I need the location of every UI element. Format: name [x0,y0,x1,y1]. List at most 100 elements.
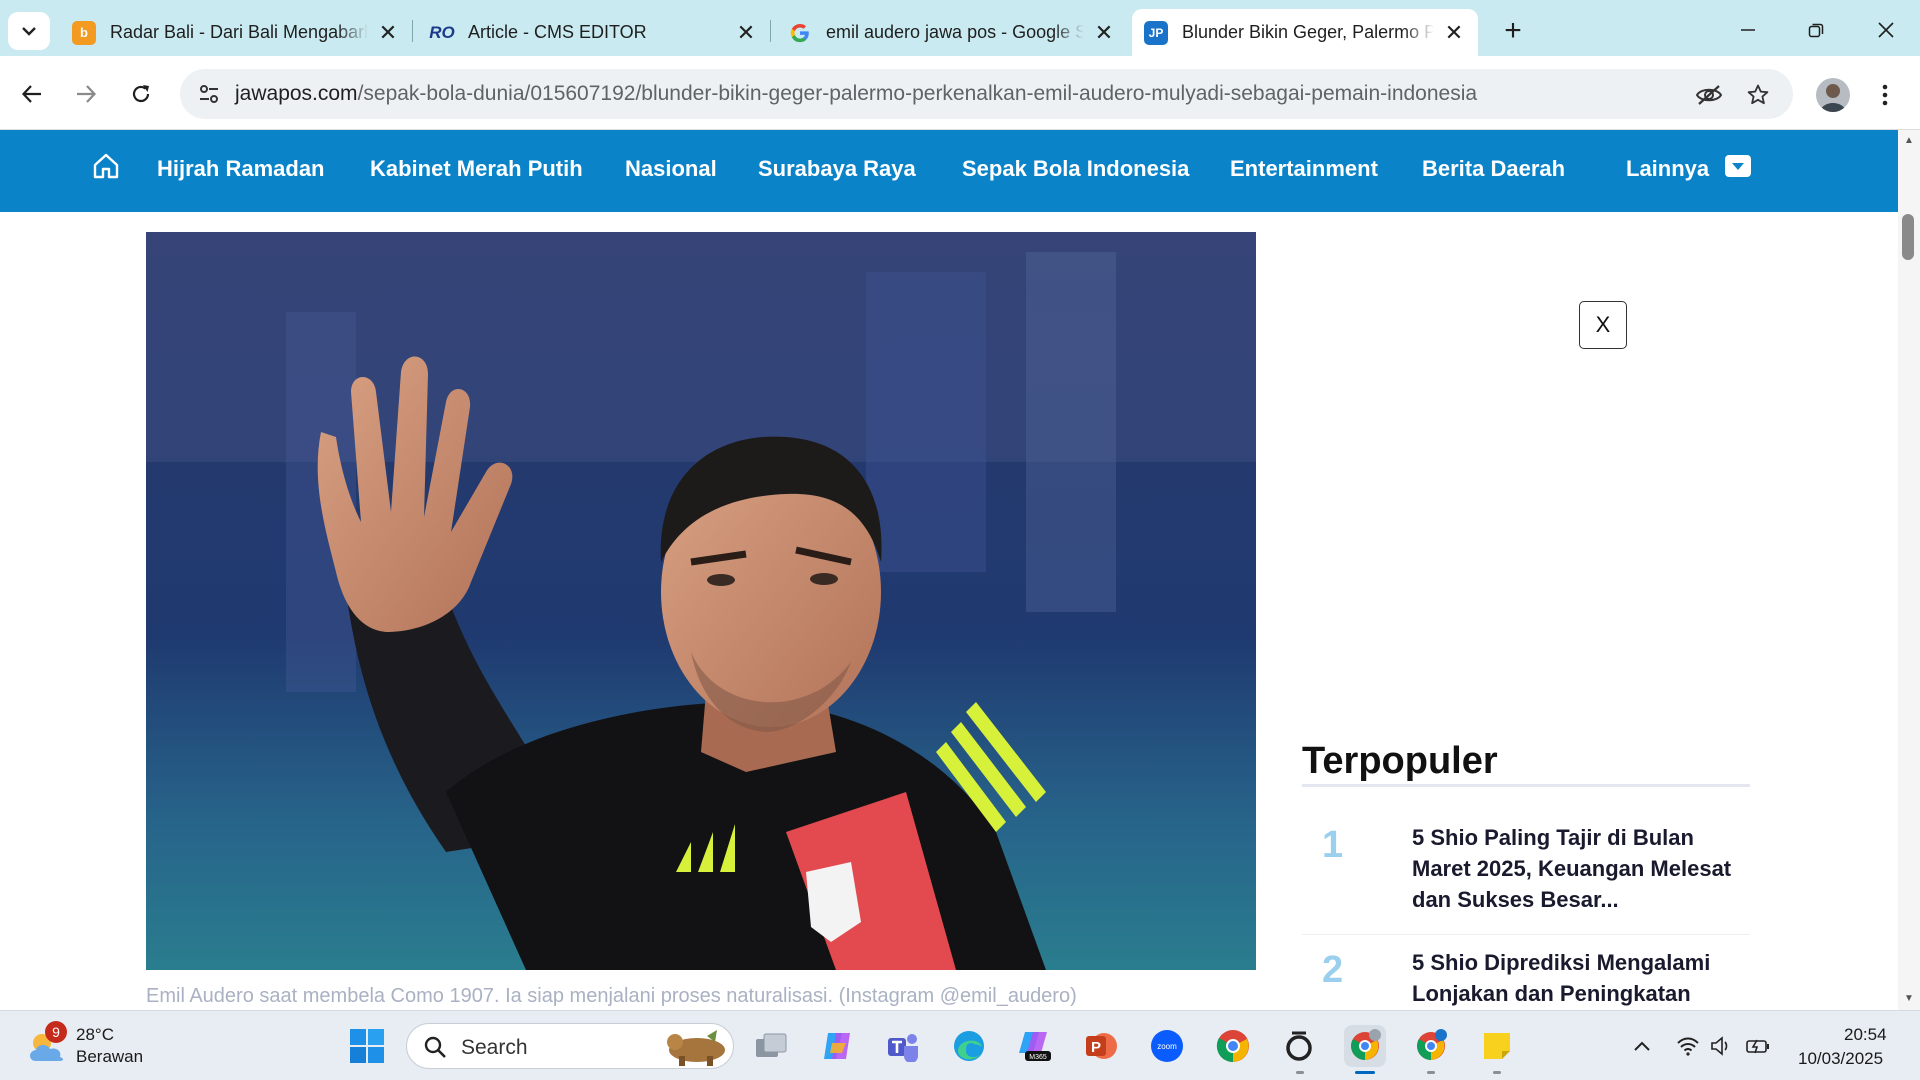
url-host: jawapos.com [235,82,358,105]
profile-avatar[interactable] [1816,78,1850,112]
image-caption: Emil Audero saat membela Como 1907. Ia s… [146,985,1077,1007]
cms-favicon-icon: RO [429,22,455,42]
zoom-button[interactable]: zoom [1146,1025,1188,1067]
chrome-button[interactable] [1212,1025,1254,1067]
close-window-button[interactable] [1858,10,1914,50]
running-indicator [1493,1071,1501,1074]
forward-button[interactable] [66,74,106,114]
browser-menu-button[interactable] [1870,78,1900,112]
tab-title: Radar Bali - Dari Bali Mengabarkan [110,22,368,42]
show-hidden-icons-button[interactable] [1629,1033,1655,1059]
chevron-up-icon [1634,1041,1650,1051]
chrome-profile-button[interactable] [1410,1025,1452,1067]
search-icon [424,1036,446,1058]
reload-icon [132,85,150,103]
tab-jawapos-article[interactable]: JP Blunder Bikin Geger, Palermo Perkenal… [1132,9,1478,56]
nav-lainnya[interactable]: Lainnya [1626,156,1709,182]
scroll-down-arrow-icon[interactable]: ▼ [1903,994,1915,1004]
home-icon[interactable] [90,150,122,182]
lainnya-dropdown-button[interactable] [1725,155,1751,177]
weather-alert-badge: 9 [45,1021,67,1043]
teams-button[interactable] [882,1025,924,1067]
running-indicator [1427,1071,1435,1074]
tab-google-search[interactable]: emil audero jawa pos - Google Search ✕ [776,9,1128,56]
page-scrollbar[interactable] [1898,130,1920,1010]
tab-separator [770,20,771,42]
nav-hijrah-ramadan[interactable]: Hijrah Ramadan [157,156,325,182]
clock-time[interactable]: 20:54 [1844,1025,1887,1045]
tab-title: Article - CMS EDITOR [468,22,647,42]
tab-radar-bali[interactable]: b Radar Bali - Dari Bali Mengabarkan ✕ [60,9,412,56]
speaker-icon [1711,1036,1728,1056]
tab-separator [412,20,413,42]
google-favicon-icon [788,21,812,45]
address-bar[interactable]: jawapos.com/sepak-bola-dunia/015607192/b… [180,69,1793,119]
browser-toolbar: jawapos.com/sepak-bola-dunia/015607192/b… [0,56,1920,130]
popular-title[interactable]: 5 Shio Paling Tajir di Bulan Maret 2025,… [1412,822,1732,915]
chrome-profile-button-active[interactable] [1344,1025,1386,1067]
weather-description[interactable]: Berawan [76,1047,143,1067]
svg-text:P: P [1091,1039,1101,1056]
scroll-up-arrow-icon[interactable]: ▲ [1903,136,1915,146]
bookmark-button[interactable] [1742,79,1774,111]
url-text[interactable]: jawapos.com/sepak-bola-dunia/015607192/b… [235,82,1477,106]
jawapos-favicon-icon: JP [1144,20,1168,45]
web-page: Hijrah Ramadan Kabinet Merah Putih Nasio… [0,130,1898,1010]
popular-title[interactable]: 5 Shio Diprediksi Mengalami Lonjakan dan… [1412,947,1732,1009]
nav-sepak-bola-indonesia[interactable]: Sepak Bola Indonesia [962,156,1189,182]
clock-date[interactable]: 10/03/2025 [1798,1049,1883,1069]
nav-surabaya-raya[interactable]: Surabaya Raya [758,156,916,182]
nav-kabinet-merah-putih[interactable]: Kabinet Merah Putih [370,156,583,182]
weather-temperature[interactable]: 28°C [76,1025,114,1045]
chevron-down-icon [22,27,36,36]
m365-button[interactable]: M365 [1014,1025,1056,1067]
tab-cms-editor[interactable]: RO Article - CMS EDITOR ✕ [418,9,770,56]
copilot-button[interactable] [816,1025,858,1067]
close-tab-icon[interactable]: ✕ [1092,20,1116,45]
close-tab-icon[interactable]: ✕ [376,20,400,45]
wifi-status[interactable] [1675,1033,1701,1059]
restore-button[interactable] [1788,10,1844,50]
taskbar-search-box[interactable]: Search [406,1023,734,1069]
tracking-protection-button[interactable] [1693,79,1725,111]
forward-arrow-icon [77,85,97,103]
scrollbar-thumb[interactable] [1902,214,1914,260]
new-tab-button[interactable]: + [1496,14,1530,48]
chrome-icon [1216,1030,1249,1063]
reload-button[interactable] [121,74,161,114]
popular-heading: Terpopuler [1302,740,1498,782]
zoom-icon: zoom [1151,1030,1183,1062]
profile-picture-icon [1820,84,1846,112]
popular-rank: 2 [1322,949,1344,991]
popular-item[interactable]: 1 5 Shio Paling Tajir di Bulan Maret 202… [1302,810,1750,935]
tab-search-button[interactable] [8,12,50,50]
nav-entertainment[interactable]: Entertainment [1230,156,1378,182]
active-app-indicator [1355,1071,1375,1074]
radarbali-favicon-icon: b [72,20,96,45]
ad-close-button[interactable]: X [1579,301,1627,349]
restore-icon [1808,23,1824,38]
back-button[interactable] [12,74,52,114]
start-button[interactable] [346,1025,388,1067]
caret-down-icon [1732,162,1744,170]
powerpoint-button[interactable]: P [1080,1025,1122,1067]
popular-item[interactable]: 2 5 Shio Diprediksi Mengalami Lonjakan d… [1302,935,1750,1010]
back-arrow-icon [21,85,41,103]
chrome-icon [1417,1029,1447,1060]
site-info-button[interactable] [192,77,226,111]
task-view-button[interactable] [750,1025,792,1067]
close-tab-icon[interactable]: ✕ [734,20,758,45]
nav-berita-daerah[interactable]: Berita Daerah [1422,156,1565,182]
edge-button[interactable] [948,1025,990,1067]
url-path: /sepak-bola-dunia/015607192/blunder-biki… [357,82,1478,105]
volume-status[interactable] [1709,1033,1735,1059]
star-icon [1747,84,1769,105]
battery-status[interactable] [1745,1033,1771,1059]
sticky-notes-button[interactable] [1476,1025,1518,1067]
sticky-notes-icon [1484,1033,1510,1059]
close-tab-icon[interactable]: ✕ [1442,20,1466,45]
minimize-button[interactable] [1720,10,1776,50]
nav-nasional[interactable]: Nasional [625,156,717,182]
battery-charging-icon [1746,1039,1769,1054]
app-ring-button[interactable] [1278,1025,1320,1067]
